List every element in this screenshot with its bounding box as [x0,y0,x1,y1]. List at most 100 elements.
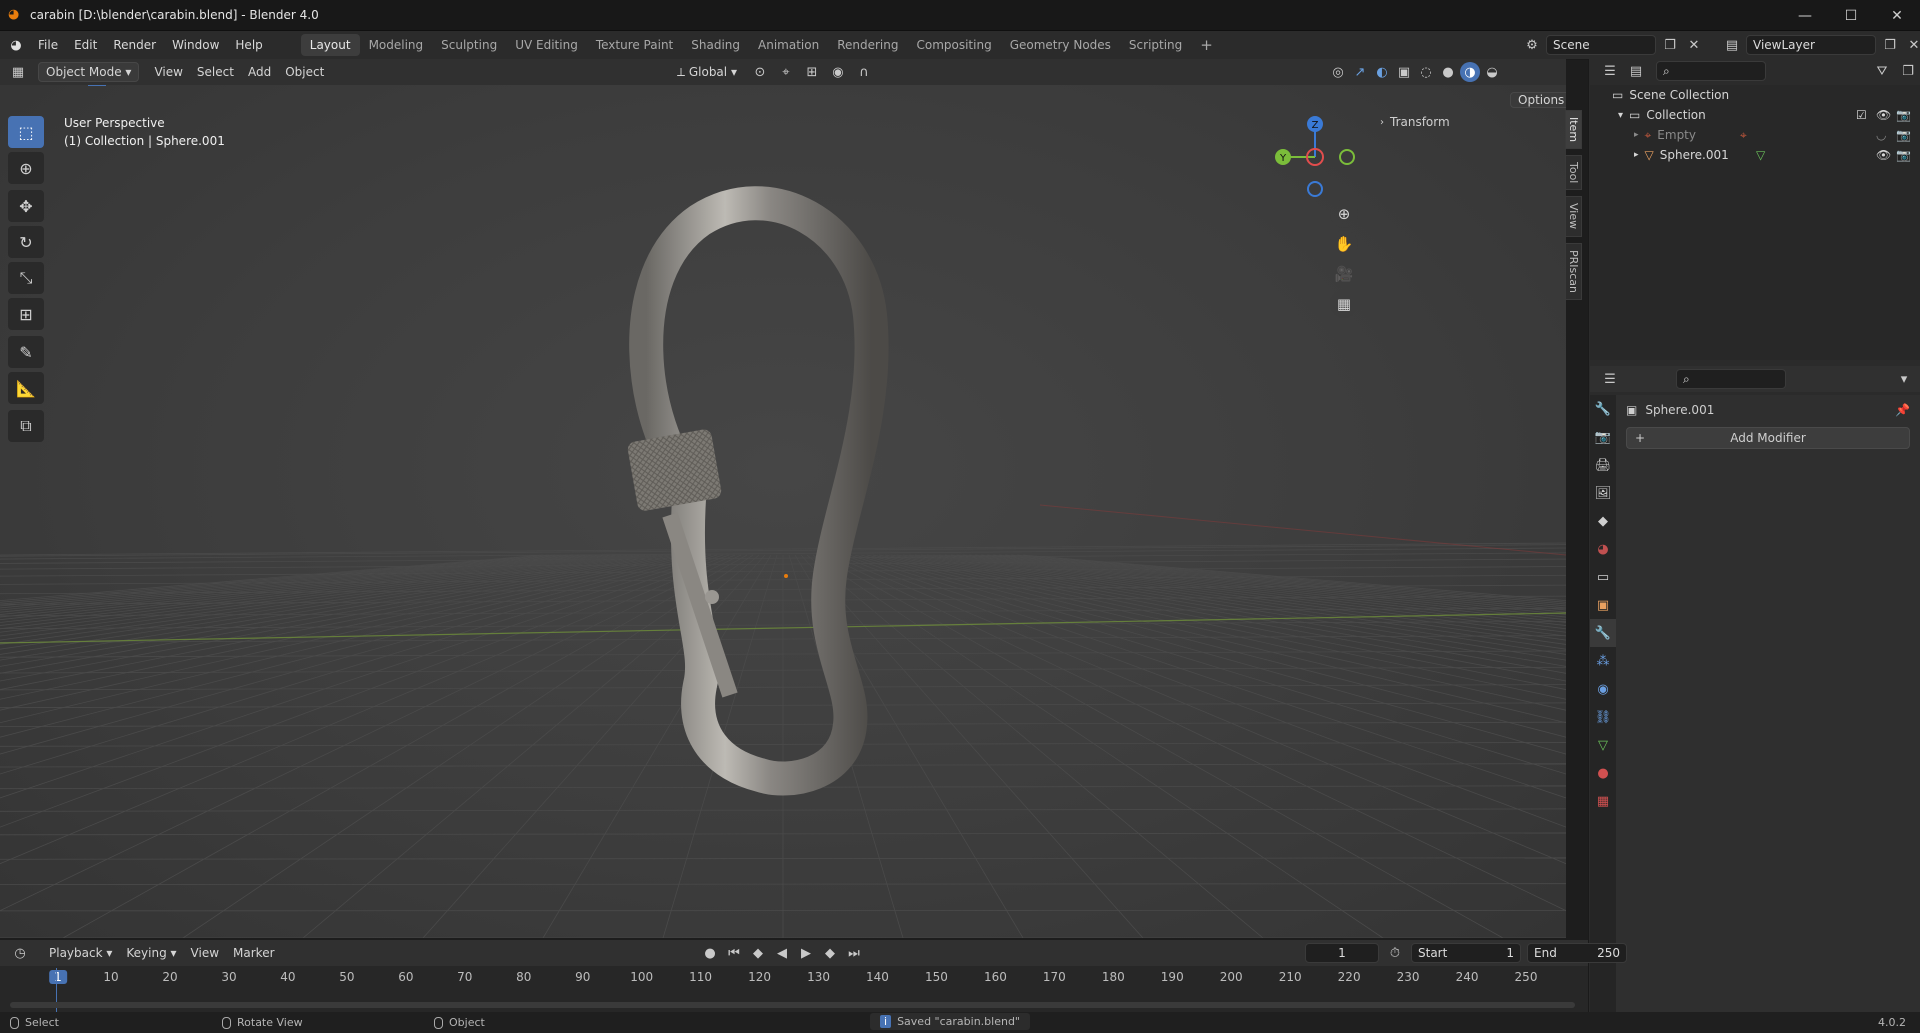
end-frame-field[interactable]: End 250 [1527,943,1627,963]
side-tab-item[interactable]: Item [1565,110,1582,150]
viewlayer-icon[interactable]: ▤ [1722,35,1742,55]
tab-texture-paint[interactable]: Texture Paint [587,34,682,56]
wireframe-shading-icon[interactable]: ◌ [1416,62,1436,82]
pivot-icon[interactable]: ⊙ [750,62,770,82]
eye-icon[interactable]: 👁 [1876,148,1891,162]
outliner-item-empty[interactable]: ▸ ⌖ Empty ⌖ ◡ 📷 [1590,125,1920,145]
camera-icon[interactable]: 📷 [1896,108,1911,122]
menu-file[interactable]: File [30,34,66,56]
menu-playback[interactable]: Playback ▾ [42,943,119,963]
chevron-down-icon[interactable]: ▾ [1894,369,1914,389]
pan-hand-icon[interactable]: ✋ [1330,230,1358,258]
view-layer-props-icon[interactable]: 🖼 [1590,479,1616,507]
scene-icon[interactable]: ⚙ [1522,35,1542,55]
move-tool-icon[interactable]: ✥ [8,190,44,222]
chevron-right-icon[interactable]: ▸ [1634,150,1639,160]
pin-icon[interactable]: 📌 [1895,403,1910,417]
side-tab-tool[interactable]: Tool [1565,155,1582,191]
chevron-down-icon[interactable]: ▾ [1618,110,1623,121]
transform-panel-header[interactable]: › Transform [1380,115,1450,129]
editor-type-icon[interactable]: ▦ [8,62,28,82]
eye-closed-icon[interactable]: ◡ [1876,128,1886,142]
viewlayer-name-field[interactable]: ViewLayer [1746,35,1876,55]
stopwatch-icon[interactable]: ⏱ [1385,943,1405,963]
eye-icon[interactable]: 👁 [1876,108,1891,122]
visibility-icon[interactable]: ◎ [1328,62,1348,82]
falloff-icon[interactable]: ∩ [854,62,874,82]
transform-tool-icon[interactable]: ⊞ [8,298,44,330]
tool-props-icon[interactable]: 🔧 [1590,395,1616,423]
menu-window[interactable]: Window [164,34,227,56]
select-mode-intersect-icon[interactable]: ▣ [88,85,106,86]
play-reverse-icon[interactable]: ◀ [772,943,792,963]
cursor-tool-icon[interactable]: ⊕ [8,152,44,184]
tab-layout[interactable]: Layout [300,34,360,56]
minimize-icon[interactable]: — [1782,0,1828,31]
menu-marker[interactable]: Marker [226,943,281,963]
texture-props-icon[interactable]: ▦ [1590,787,1616,815]
menu-timeline-view[interactable]: View [184,943,226,963]
select-mode-extend-icon[interactable]: ◫ [28,85,46,86]
display-mode-icon[interactable]: ▤ [1626,61,1646,81]
properties-search-field[interactable]: ⌕ [1676,369,1786,389]
world-props-icon[interactable]: ◕ [1590,535,1616,563]
particles-props-icon[interactable]: ⁂ [1590,647,1616,675]
select-mode-new-icon[interactable]: ▢ [8,85,26,86]
tab-uv-editing[interactable]: UV Editing [506,34,587,56]
carabiner-model[interactable] [627,186,889,796]
camera-icon[interactable]: 📷 [1896,148,1911,162]
material-shading-icon[interactable]: ◑ [1460,62,1480,82]
rotate-tool-icon[interactable]: ↻ [8,226,44,258]
modifier-props-icon[interactable]: 🔧 [1590,619,1616,647]
annotate-tool-icon[interactable]: ✎ [8,336,44,368]
properties-editor-icon[interactable]: ☰ [1600,369,1620,389]
side-tab-priscan[interactable]: PRIscan [1565,242,1582,300]
current-frame-field[interactable]: 1 [1305,943,1379,963]
menu-help[interactable]: Help [227,34,270,56]
tab-geometry-nodes[interactable]: Geometry Nodes [1001,34,1120,56]
rendered-shading-icon[interactable]: ◒ [1482,62,1502,82]
outliner-scene-collection[interactable]: ▭ Scene Collection [1590,85,1920,105]
tab-sculpting[interactable]: Sculpting [432,34,506,56]
navigation-gizmo[interactable]: Z Y [1265,112,1365,202]
tab-scripting[interactable]: Scripting [1120,34,1191,56]
record-icon[interactable]: ● [700,943,720,963]
prev-keyframe-icon[interactable]: ◆ [748,943,768,963]
new-viewlayer-icon[interactable]: ❐ [1880,35,1900,55]
scene-props-icon[interactable]: ◆ [1590,507,1616,535]
start-frame-field[interactable]: Start 1 [1411,943,1521,963]
timeline-scrollbar[interactable] [10,1002,1575,1008]
new-collection-icon[interactable]: ❐ [1898,61,1918,81]
menu-object[interactable]: Object [278,62,331,82]
material-props-icon[interactable]: ● [1590,759,1616,787]
output-props-icon[interactable]: 🖨 [1590,451,1616,479]
solid-shading-icon[interactable]: ● [1438,62,1458,82]
options-dropdown[interactable]: Options [1510,91,1566,109]
add-cube-tool-icon[interactable]: ⧉ [8,410,44,442]
tab-rendering[interactable]: Rendering [828,34,907,56]
tab-compositing[interactable]: Compositing [907,34,1000,56]
measure-tool-icon[interactable]: 📐 [8,372,44,404]
mode-dropdown[interactable]: Object Mode ▾ [38,62,140,82]
new-scene-icon[interactable]: ❐ [1660,35,1680,55]
xray-icon[interactable]: ▣ [1394,62,1414,82]
add-workspace-icon[interactable]: + [1191,34,1222,56]
select-box-tool-icon[interactable]: ⬚ [8,116,44,148]
overlay-toggle-icon[interactable]: ◐ [1372,62,1392,82]
tab-animation[interactable]: Animation [749,34,828,56]
exclude-checkbox-icon[interactable]: ☑ [1856,108,1867,122]
constraints-props-icon[interactable]: ⛓ [1590,703,1616,731]
data-props-icon[interactable]: ▽ [1590,731,1616,759]
menu-edit[interactable]: Edit [66,34,105,56]
scale-tool-icon[interactable]: ⤡ [8,262,44,294]
jump-start-icon[interactable]: ⏮ [724,943,744,963]
snap-target-icon[interactable]: ⊞ [802,62,822,82]
add-modifier-button[interactable]: + Add Modifier [1626,427,1910,449]
select-mode-subtract-icon[interactable]: ◧ [48,85,66,86]
ortho-toggle-icon[interactable]: ▦ [1330,290,1358,318]
jump-end-icon[interactable]: ⏭ [844,943,864,963]
outliner-collection[interactable]: ▾ ▭ Collection ☑ 👁 📷 [1590,105,1920,125]
snap-icon[interactable]: ⌖ [776,62,796,82]
tab-shading[interactable]: Shading [682,34,749,56]
tab-modeling[interactable]: Modeling [360,34,433,56]
